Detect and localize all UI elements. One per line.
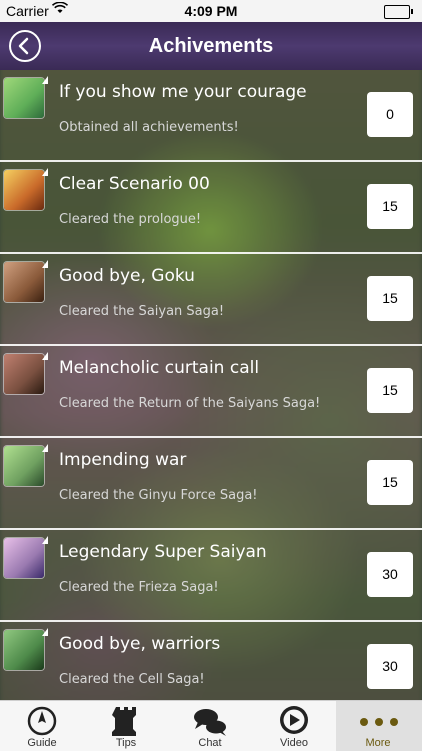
achievement-title: If you show me your courage: [59, 82, 307, 102]
chess-rook-icon: [84, 703, 168, 736]
achievement-subtitle: Cleared the prologue!: [59, 212, 202, 227]
achievement-row[interactable]: Legendary Super Saiyan Cleared the Friez…: [0, 530, 422, 622]
achievement-row[interactable]: Melancholic curtain call Cleared the Ret…: [0, 346, 422, 438]
points-badge: 15: [367, 368, 413, 413]
battery-icon: [384, 5, 413, 19]
tab-label: Tips: [115, 737, 137, 749]
navigation-bar: Achivements: [0, 22, 422, 70]
character-thumbnail-icon: [4, 536, 48, 578]
achievement-title: Clear Scenario 00: [59, 174, 210, 194]
status-bar: Carrier 4:09 PM: [0, 0, 422, 22]
achievement-title: Legendary Super Saiyan: [59, 542, 267, 562]
achievement-row[interactable]: Good bye, warriors Cleared the Cell Saga…: [0, 622, 422, 700]
tab-label: Chat: [198, 737, 222, 749]
tab-chat[interactable]: Chat: [168, 701, 252, 751]
tab-tips[interactable]: Tips: [84, 701, 168, 751]
play-icon: [252, 703, 336, 735]
compass-icon: [0, 703, 84, 736]
achievement-title: Good bye, Goku: [59, 266, 195, 286]
achievement-title: Good bye, warriors: [59, 634, 221, 654]
points-badge: 15: [367, 276, 413, 321]
page-title: Achivements: [148, 35, 274, 57]
achievement-row[interactable]: Good bye, Goku Cleared the Saiyan Saga! …: [0, 254, 422, 346]
tab-label: Video: [280, 737, 308, 749]
achievement-subtitle: Cleared the Frieza Saga!: [59, 580, 219, 595]
more-dots-icon: [336, 703, 420, 735]
achievement-title: Melancholic curtain call: [59, 358, 260, 378]
achievement-row[interactable]: If you show me your courage Obtained all…: [0, 70, 422, 162]
points-badge: 15: [367, 184, 413, 229]
character-thumbnail-icon: [4, 76, 48, 118]
points-badge: 30: [367, 552, 413, 597]
achievements-list[interactable]: If you show me your courage Obtained all…: [0, 70, 422, 700]
achievement-subtitle: Cleared the Cell Saga!: [59, 672, 205, 687]
achievement-subtitle: Cleared the Return of the Saiyans Saga!: [59, 396, 321, 411]
points-badge: 0: [367, 92, 413, 137]
achievement-subtitle: Obtained all achievements!: [59, 120, 239, 135]
character-thumbnail-icon: [4, 444, 48, 486]
points-badge: 15: [367, 460, 413, 505]
tab-video[interactable]: Video: [252, 701, 336, 751]
character-thumbnail-icon: [4, 352, 48, 394]
clock: 4:09 PM: [184, 3, 238, 19]
achievement-row[interactable]: Impending war Cleared the Ginyu Force Sa…: [0, 438, 422, 530]
chat-bubbles-icon: [168, 703, 252, 736]
tab-more[interactable]: More: [336, 701, 422, 751]
achievement-title: Impending war: [59, 450, 187, 470]
tab-guide[interactable]: Guide: [0, 701, 84, 751]
tab-bar: Guide Tips Chat Video More: [0, 700, 422, 751]
achievement-subtitle: Cleared the Saiyan Saga!: [59, 304, 225, 319]
tab-label: More: [365, 737, 391, 749]
character-thumbnail-icon: [4, 260, 48, 302]
points-badge: 30: [367, 644, 413, 689]
achievement-subtitle: Cleared the Ginyu Force Saga!: [59, 488, 258, 503]
tab-label: Guide: [27, 737, 57, 749]
achievement-row[interactable]: Clear Scenario 00 Cleared the prologue! …: [0, 162, 422, 254]
character-thumbnail-icon: [4, 168, 48, 210]
character-thumbnail-icon: [4, 628, 48, 670]
